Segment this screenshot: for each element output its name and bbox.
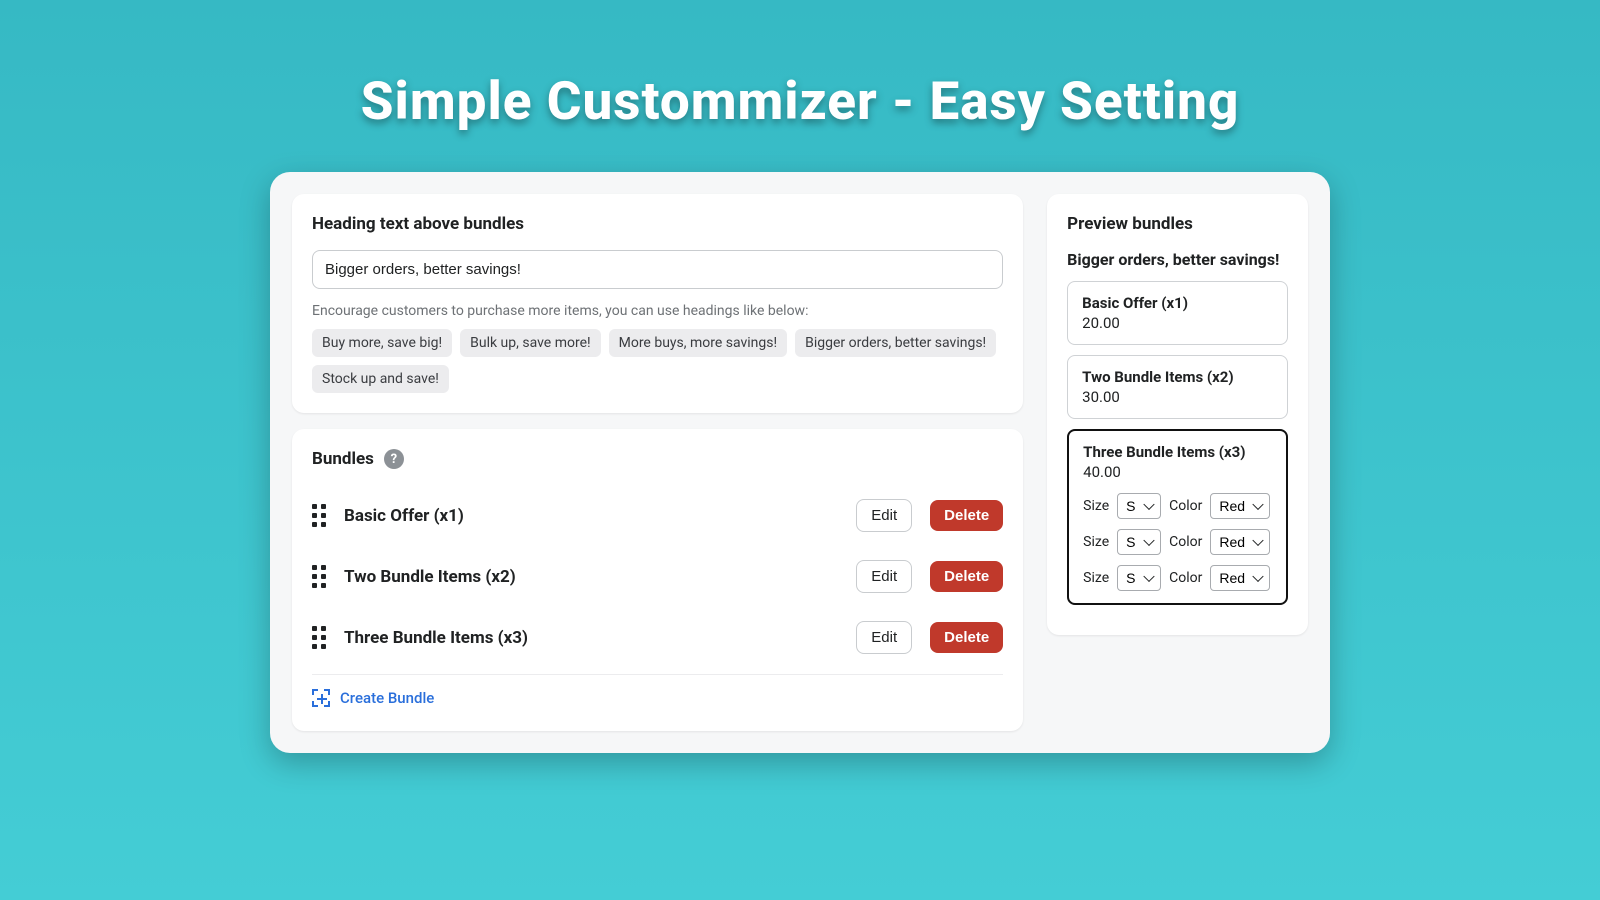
preview-bundle-price: 30.00 — [1082, 388, 1273, 406]
heading-text-title: Heading text above bundles — [312, 214, 1003, 234]
variant-option-row: Size S Color Red — [1083, 529, 1272, 555]
edit-button[interactable]: Edit — [856, 560, 912, 593]
suggestion-chip[interactable]: Bigger orders, better savings! — [795, 329, 996, 357]
heading-text-input[interactable] — [312, 250, 1003, 289]
left-column: Heading text above bundles Encourage cus… — [292, 194, 1023, 731]
create-bundle-row: Create Bundle — [312, 674, 1003, 711]
preview-bundle-title: Basic Offer (x1) — [1082, 294, 1273, 312]
preview-bundle-card[interactable]: Basic Offer (x1) 20.00 — [1067, 281, 1288, 345]
delete-button[interactable]: Delete — [930, 561, 1003, 592]
size-select[interactable]: S — [1117, 529, 1161, 555]
settings-panel: Heading text above bundles Encourage cus… — [270, 172, 1330, 753]
preview-heading-text: Bigger orders, better savings! — [1067, 250, 1288, 269]
delete-button[interactable]: Delete — [930, 622, 1003, 653]
size-label: Size — [1083, 498, 1109, 514]
preview-bundle-title: Three Bundle Items (x3) — [1083, 443, 1272, 461]
drag-handle-icon[interactable] — [312, 565, 326, 588]
edit-button[interactable]: Edit — [856, 499, 912, 532]
create-bundle-button[interactable]: Create Bundle — [340, 689, 434, 707]
bundle-name: Basic Offer (x1) — [344, 506, 838, 526]
preview-card: Preview bundles Bigger orders, better sa… — [1047, 194, 1308, 635]
size-label: Size — [1083, 570, 1109, 586]
help-icon[interactable]: ? — [384, 449, 404, 469]
preview-bundle-card-selected[interactable]: Three Bundle Items (x3) 40.00 Size S Col… — [1067, 429, 1288, 605]
preview-bundle-card[interactable]: Two Bundle Items (x2) 30.00 — [1067, 355, 1288, 419]
preview-bundle-price: 40.00 — [1083, 463, 1272, 481]
size-select[interactable]: S — [1117, 565, 1161, 591]
preview-bundle-title: Two Bundle Items (x2) — [1082, 368, 1273, 386]
page-banner: Simple Custommizer - Easy Setting — [0, 0, 1600, 150]
add-dashed-icon — [312, 689, 330, 707]
color-label: Color — [1169, 534, 1202, 550]
bundle-row: Three Bundle Items (x3) Edit Delete — [312, 607, 1003, 668]
suggestion-chip[interactable]: Buy more, save big! — [312, 329, 452, 357]
edit-button[interactable]: Edit — [856, 621, 912, 654]
variant-option-row: Size S Color Red — [1083, 565, 1272, 591]
heading-text-card: Heading text above bundles Encourage cus… — [292, 194, 1023, 413]
delete-button[interactable]: Delete — [930, 500, 1003, 531]
bundle-row: Basic Offer (x1) Edit Delete — [312, 485, 1003, 546]
color-select[interactable]: Red — [1210, 565, 1270, 591]
bundles-title: Bundles — [312, 449, 374, 469]
bundles-card: Bundles ? Basic Offer (x1) Edit Delete T… — [292, 429, 1023, 731]
preview-bundle-price: 20.00 — [1082, 314, 1273, 332]
bundle-name: Three Bundle Items (x3) — [344, 628, 838, 648]
drag-handle-icon[interactable] — [312, 504, 326, 527]
suggestion-chip[interactable]: More buys, more savings! — [609, 329, 788, 357]
variant-option-row: Size S Color Red — [1083, 493, 1272, 519]
color-label: Color — [1169, 498, 1202, 514]
preview-title: Preview bundles — [1067, 214, 1288, 234]
bundle-name: Two Bundle Items (x2) — [344, 567, 838, 587]
bundle-row: Two Bundle Items (x2) Edit Delete — [312, 546, 1003, 607]
suggestion-chips: Buy more, save big! Bulk up, save more! … — [312, 329, 1003, 393]
suggestion-chip[interactable]: Bulk up, save more! — [460, 329, 600, 357]
color-label: Color — [1169, 570, 1202, 586]
heading-helper-text: Encourage customers to purchase more ite… — [312, 303, 1003, 319]
color-select[interactable]: Red — [1210, 529, 1270, 555]
color-select[interactable]: Red — [1210, 493, 1270, 519]
suggestion-chip[interactable]: Stock up and save! — [312, 365, 449, 393]
size-select[interactable]: S — [1117, 493, 1161, 519]
right-column: Preview bundles Bigger orders, better sa… — [1047, 194, 1308, 731]
size-label: Size — [1083, 534, 1109, 550]
bundles-title-row: Bundles ? — [312, 449, 1003, 469]
drag-handle-icon[interactable] — [312, 626, 326, 649]
